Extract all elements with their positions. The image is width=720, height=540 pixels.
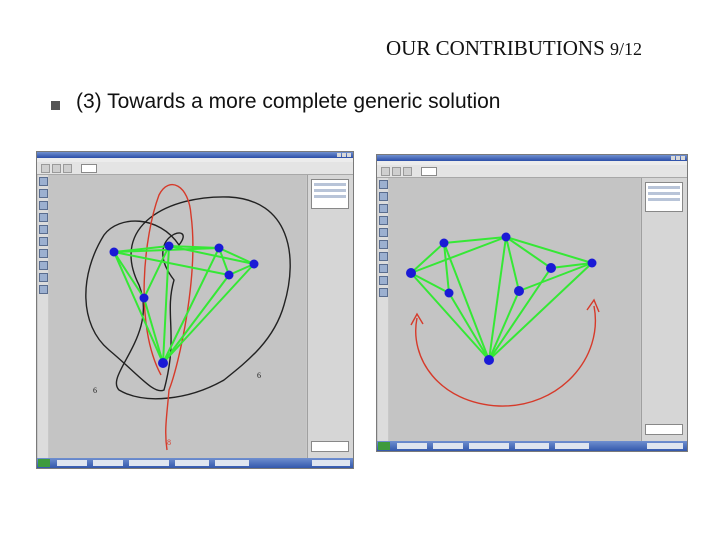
tool-icon[interactable] (39, 201, 48, 210)
zoom-field[interactable] (421, 167, 437, 176)
red-arrowhead-right (586, 298, 600, 313)
graph-node (546, 263, 556, 273)
graph-node (406, 268, 416, 278)
graph-drawing: 6 6 8 (85, 183, 291, 451)
right-side-panel (641, 178, 687, 441)
properties-list[interactable] (645, 182, 683, 212)
taskbar-item[interactable] (397, 443, 427, 449)
tool-icon[interactable] (379, 240, 388, 249)
tool-icon[interactable] (379, 204, 388, 213)
tool-icon[interactable] (379, 288, 388, 297)
graph-node (249, 259, 259, 269)
graph-node (484, 355, 494, 365)
window-close-icon[interactable] (347, 153, 351, 157)
left-tool-palette (38, 175, 48, 458)
start-button-icon[interactable] (378, 442, 390, 450)
tool-icon[interactable] (39, 261, 48, 270)
toolbar (37, 162, 353, 175)
graph-canvas[interactable] (389, 178, 640, 441)
panel-footer-field[interactable] (311, 441, 349, 452)
tool-icon[interactable] (52, 164, 61, 173)
tool-icon[interactable] (379, 192, 388, 201)
window-minimize-icon[interactable] (671, 156, 675, 160)
slide-title-main: OUR CONTRIBUTIONS (386, 36, 605, 60)
taskbar (37, 458, 353, 468)
graph-canvas[interactable]: 6 6 8 (49, 175, 306, 458)
tool-icon[interactable] (379, 216, 388, 225)
taskbar-item[interactable] (93, 460, 123, 466)
tool-icon[interactable] (41, 164, 50, 173)
label-right-curve: 6 (257, 371, 261, 380)
taskbar-clock (647, 443, 683, 449)
tool-icon[interactable] (63, 164, 72, 173)
taskbar-item[interactable] (555, 443, 589, 449)
graph-drawing (406, 232, 600, 407)
left-screenshot-window: 6 6 8 (36, 151, 354, 469)
taskbar-item[interactable] (515, 443, 549, 449)
taskbar-clock (312, 460, 350, 466)
graph-node (214, 243, 224, 253)
tool-icon[interactable] (379, 252, 388, 261)
graph-node (444, 288, 454, 298)
window-maximize-icon[interactable] (676, 156, 680, 160)
tool-icon[interactable] (39, 285, 48, 294)
tool-icon[interactable] (379, 276, 388, 285)
tool-icon[interactable] (39, 237, 48, 246)
tool-icon[interactable] (39, 273, 48, 282)
zoom-field[interactable] (81, 164, 97, 173)
graph-node (164, 241, 174, 251)
window-close-icon[interactable] (681, 156, 685, 160)
tool-icon[interactable] (39, 177, 48, 186)
slide-title: OUR CONTRIBUTIONS 9/12 (386, 36, 642, 61)
graph-node (224, 270, 234, 280)
left-tool-palette (378, 178, 388, 441)
graph-node (514, 286, 524, 296)
window-maximize-icon[interactable] (342, 153, 346, 157)
start-button-icon[interactable] (38, 459, 50, 467)
slide-page-number: 9/12 (610, 39, 643, 59)
taskbar (377, 441, 687, 451)
label-red-curve: 8 (167, 438, 171, 447)
panel-footer-field[interactable] (645, 424, 683, 435)
edge-group (113, 245, 255, 364)
graph-node (439, 238, 449, 248)
right-screenshot-window (376, 154, 688, 452)
tool-icon[interactable] (39, 189, 48, 198)
bullet-point-text: (3) Towards a more complete generic solu… (76, 90, 501, 113)
label-left-curve: 6 (93, 386, 97, 395)
graph-node (501, 232, 511, 242)
tool-icon[interactable] (392, 167, 401, 176)
taskbar-item[interactable] (175, 460, 209, 466)
tool-icon[interactable] (39, 213, 48, 222)
tool-icon[interactable] (39, 249, 48, 258)
window-minimize-icon[interactable] (337, 153, 341, 157)
taskbar-item[interactable] (215, 460, 249, 466)
graph-node (158, 358, 168, 368)
properties-list[interactable] (311, 179, 349, 209)
taskbar-item[interactable] (469, 443, 509, 449)
toolbar (377, 165, 687, 178)
tool-icon[interactable] (403, 167, 412, 176)
edge-group (410, 236, 593, 361)
tool-icon[interactable] (379, 264, 388, 273)
taskbar-item[interactable] (433, 443, 463, 449)
taskbar-item[interactable] (129, 460, 169, 466)
right-side-panel (307, 175, 353, 458)
graph-node (109, 247, 119, 257)
bullet-square-icon (51, 101, 60, 110)
graph-node (587, 258, 597, 268)
tool-icon[interactable] (379, 228, 388, 237)
taskbar-item[interactable] (57, 460, 87, 466)
graph-node (139, 293, 149, 303)
tool-icon[interactable] (379, 180, 388, 189)
tool-icon[interactable] (381, 167, 390, 176)
tool-icon[interactable] (39, 225, 48, 234)
